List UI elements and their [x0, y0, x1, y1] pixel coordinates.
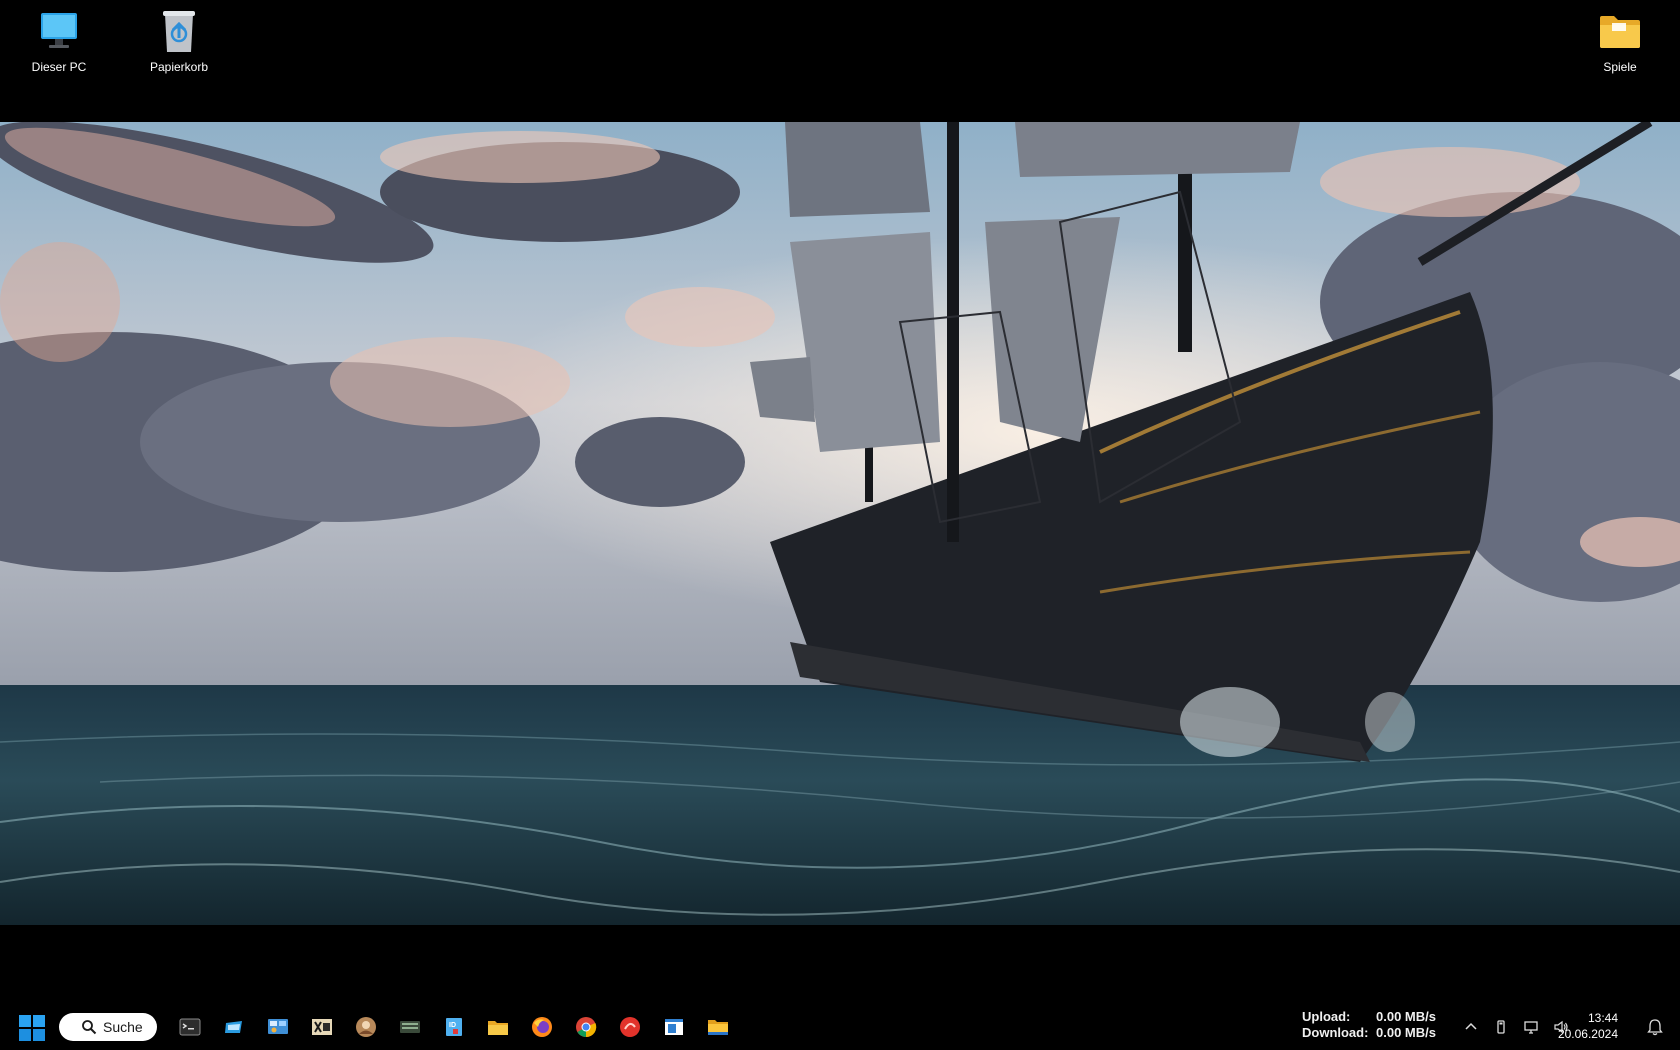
tray-usb-button[interactable] — [1486, 1014, 1516, 1040]
taskbar-app-control-panel[interactable] — [256, 1010, 300, 1044]
red-circle-app-icon — [620, 1017, 640, 1037]
taskbar-clock[interactable]: 13:44 20.06.2024 — [1558, 1010, 1618, 1042]
taskbar-app-id[interactable]: ID — [432, 1010, 476, 1044]
firefox-icon — [532, 1017, 552, 1037]
desktop-icon-label: Spiele — [1603, 60, 1637, 74]
bell-icon — [1647, 1019, 1663, 1036]
upload-value: 0.00 MB/s — [1376, 1009, 1436, 1024]
clock-time: 13:44 — [1587, 1011, 1618, 1025]
taskbar: Suche ID Upload: 0.00 MB/s Download: 0.0… — [0, 1002, 1680, 1050]
yellow-folder-app-icon — [708, 1020, 728, 1035]
desktop-icon-games-folder[interactable]: Spiele — [1575, 8, 1665, 74]
upload-label: Upload: — [1302, 1009, 1351, 1024]
taskbar-app-xd[interactable] — [300, 1010, 344, 1044]
app-blue-icon — [225, 1021, 242, 1033]
download-label: Download: — [1302, 1025, 1369, 1040]
app-round-icon — [356, 1017, 376, 1037]
keyboard-app-icon — [400, 1021, 420, 1033]
chrome-icon — [576, 1017, 597, 1038]
usb-device-icon — [1497, 1020, 1505, 1034]
taskbar-app-blue[interactable] — [212, 1010, 256, 1044]
desktop-icon-recycle-bin[interactable]: Papierkorb — [134, 8, 224, 74]
network-speed-widget: Upload: 0.00 MB/s Download: 0.00 MB/s — [1302, 1009, 1436, 1041]
clock-date: 20.06.2024 — [1557, 1027, 1618, 1041]
search-label: Suche — [103, 1019, 143, 1035]
download-value: 0.00 MB/s — [1376, 1025, 1436, 1040]
taskbar-app-window[interactable] — [652, 1010, 696, 1044]
desktop-wallpaper — [0, 122, 1680, 925]
pirate-ship-wallpaper-image — [0, 122, 1680, 925]
notification-button[interactable] — [1646, 1018, 1664, 1036]
tray-network-button[interactable] — [1516, 1014, 1546, 1040]
svg-text:ID: ID — [449, 1022, 456, 1029]
search-icon — [82, 1020, 97, 1035]
desktop-icon-this-pc[interactable]: Dieser PC — [14, 8, 104, 74]
desktop-icon-label: Papierkorb — [149, 60, 209, 74]
terminal-icon — [179, 1018, 201, 1036]
network-icon — [1524, 1021, 1538, 1034]
taskbar-app-red[interactable] — [608, 1010, 652, 1044]
taskbar-app-terminal[interactable] — [168, 1010, 212, 1044]
taskbar-app-file-explorer[interactable] — [476, 1010, 520, 1044]
xd-app-icon — [312, 1019, 332, 1035]
taskbar-search-box[interactable]: Suche — [59, 1013, 157, 1041]
windows-logo-icon — [19, 1015, 45, 1041]
control-panel-icon — [268, 1019, 288, 1034]
start-button[interactable] — [18, 1014, 46, 1042]
show-hidden-icons-button[interactable] — [1456, 1014, 1486, 1040]
taskbar-app-folder[interactable] — [696, 1010, 740, 1044]
window-app-icon — [665, 1019, 683, 1035]
taskbar-app-chrome[interactable] — [564, 1010, 608, 1044]
file-explorer-icon — [488, 1021, 508, 1035]
taskbar-app-round[interactable] — [344, 1010, 388, 1044]
taskbar-app-keyboard[interactable] — [388, 1010, 432, 1044]
taskbar-app-firefox[interactable] — [520, 1010, 564, 1044]
folder-icon — [1596, 8, 1644, 56]
desktop-icon-label: Dieser PC — [31, 60, 87, 74]
id-app-icon: ID — [446, 1018, 462, 1036]
chevron-up-icon — [1465, 1022, 1477, 1030]
this-pc-icon — [35, 8, 83, 56]
recycle-bin-icon — [155, 8, 203, 56]
taskbar-pinned-apps: ID — [168, 1010, 740, 1044]
